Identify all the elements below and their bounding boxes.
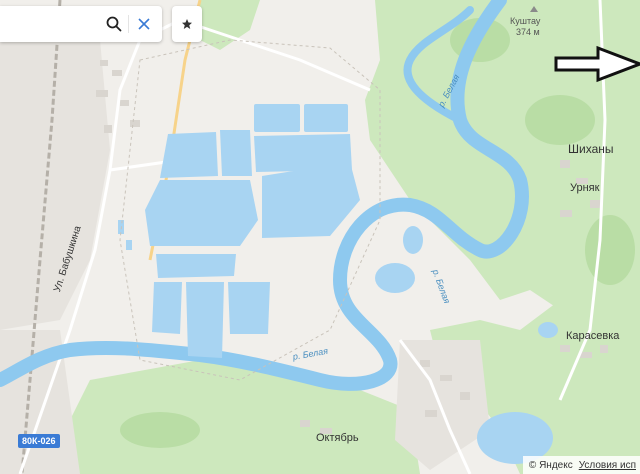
close-icon [138, 18, 150, 30]
yandex-brand: © Яндекс [528, 459, 573, 471]
bookmark-button[interactable] [172, 6, 202, 42]
star-icon [182, 19, 192, 29]
search-icon [106, 16, 122, 32]
peak-height-label: 374 м [516, 27, 540, 37]
town-karasevka-label: Карасевка [566, 330, 620, 342]
town-urnyak-label: Урняк [570, 182, 600, 194]
clear-button[interactable] [130, 6, 158, 42]
search-button[interactable] [100, 6, 128, 42]
map-canvas[interactable] [0, 0, 640, 474]
search-divider [128, 15, 129, 33]
peak-name-label: Куштау [510, 16, 541, 26]
search-input[interactable] [0, 6, 108, 42]
town-oktyabr-label: Октябрь [316, 432, 359, 444]
map-footer: © Яндекс Условия исп [522, 456, 640, 474]
road-number-badge: 80К-026 [18, 434, 60, 448]
search-box [0, 6, 162, 42]
terms-link[interactable]: Условия исп [579, 460, 636, 471]
town-shikhany-label: Шиханы [568, 142, 614, 156]
